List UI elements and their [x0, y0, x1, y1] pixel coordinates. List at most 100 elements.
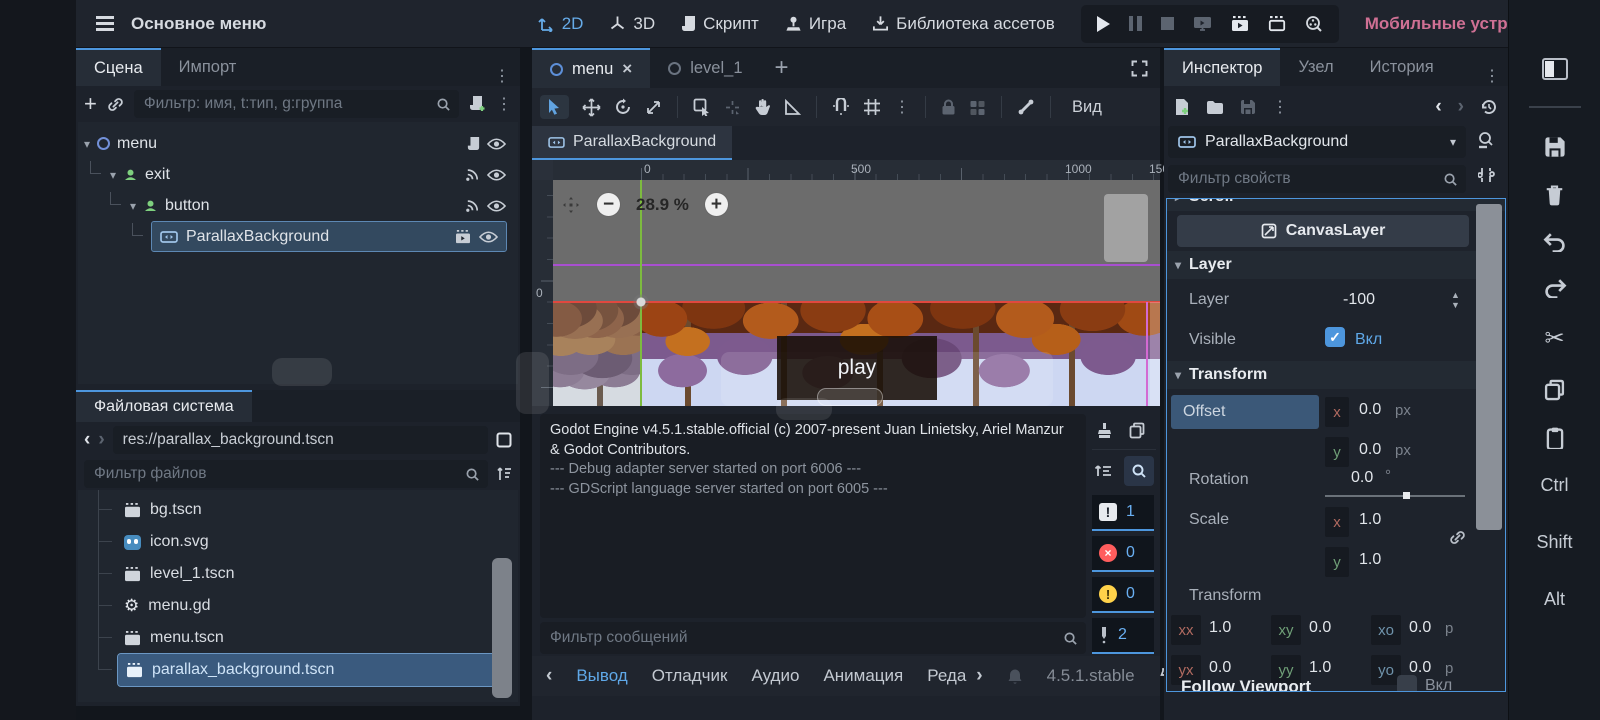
panel-splitter-handle[interactable]	[516, 352, 549, 414]
stop-button[interactable]	[1160, 17, 1174, 30]
unlock-icon[interactable]	[969, 99, 986, 116]
scroll-tabs-left-icon[interactable]: ‹	[546, 665, 552, 687]
smart-snap-icon[interactable]	[832, 98, 850, 116]
tab-node[interactable]: Узел	[1280, 48, 1351, 86]
scale-x-value[interactable]: 1.0	[1359, 511, 1381, 529]
movie-maker-icon[interactable]	[1305, 15, 1323, 32]
snap-options-icon[interactable]: ⋮	[894, 97, 910, 117]
main-menu-button[interactable]: Основное меню	[96, 14, 266, 34]
dock-options-icon[interactable]: ⋮	[484, 66, 520, 86]
edits-filter-badge[interactable]: 2	[1092, 618, 1154, 654]
redo-icon[interactable]	[1543, 278, 1567, 298]
2d-viewport-canvas[interactable]: − 28.9 % + play	[553, 180, 1160, 406]
current-path-field[interactable]	[112, 426, 488, 454]
alt-key-button[interactable]: Alt	[1544, 589, 1565, 610]
breadcrumb-parallaxbackground[interactable]: ParallaxBackground	[532, 126, 733, 160]
matrix-xx-value[interactable]: 1.0	[1209, 619, 1231, 637]
tab-filesystem[interactable]: Файловая система	[76, 390, 252, 422]
select-tool[interactable]	[540, 95, 569, 119]
origin-gizmo[interactable]	[633, 294, 649, 310]
new-scene-tab-button[interactable]: +	[761, 54, 803, 82]
play-scene-button[interactable]	[1231, 15, 1249, 32]
tab-inspector[interactable]: Инспектор	[1164, 48, 1281, 86]
ruler-tool[interactable]	[784, 98, 801, 116]
canvas-scroll-thumb[interactable]	[1104, 194, 1148, 262]
section-transform[interactable]: ▾ Transform	[1167, 361, 1477, 389]
tree-node-button[interactable]: ▾ button	[84, 190, 514, 221]
visibility-eye-icon[interactable]	[487, 168, 506, 182]
zoom-level[interactable]: 28.9 %	[636, 195, 689, 215]
tab-history[interactable]: История	[1352, 48, 1452, 86]
scene-tree-options-icon[interactable]: ⋮	[496, 94, 512, 114]
rotation-slider[interactable]	[1325, 492, 1465, 500]
close-tab-icon[interactable]: ×	[622, 59, 632, 79]
scene-instance-icon[interactable]	[455, 229, 471, 244]
dock-options-icon[interactable]: ⋮	[1476, 66, 1508, 86]
file-menu-gd[interactable]: ⚙ menu.gd	[78, 590, 518, 622]
tab-output[interactable]: Вывод	[576, 666, 627, 686]
script-attached-icon[interactable]	[467, 136, 480, 151]
visibility-eye-icon[interactable]	[487, 137, 506, 151]
history-forward-icon[interactable]: ›	[1458, 96, 1464, 118]
add-node-button[interactable]: +	[84, 91, 97, 117]
sort-files-icon[interactable]	[496, 466, 512, 482]
resource-options-icon[interactable]: ⋮	[1272, 97, 1288, 117]
filesystem-scrollbar[interactable]	[492, 558, 512, 698]
warnings-filter-badge[interactable]: ! 0	[1092, 577, 1154, 613]
tree-node-menu[interactable]: ▾ menu	[84, 128, 514, 159]
select-list-tool[interactable]	[693, 98, 711, 116]
tab-debugger[interactable]: Отладчик	[652, 666, 728, 686]
copy-icon[interactable]	[1544, 379, 1565, 401]
inspector-tools-icon[interactable]	[1478, 166, 1495, 184]
file-icon-svg[interactable]: icon.svg	[78, 526, 518, 558]
shift-key-button[interactable]: Shift	[1536, 532, 1572, 553]
pan-tool[interactable]	[754, 98, 771, 116]
tab-animation[interactable]: Анимация	[823, 666, 903, 686]
file-menu-tscn[interactable]: menu.tscn	[78, 622, 518, 654]
scroll-tabs-right-icon[interactable]: ›	[976, 665, 982, 687]
output-log[interactable]: Godot Engine v4.5.1.stable.official (c) …	[540, 414, 1086, 618]
section-layer[interactable]: ▾ Layer	[1167, 251, 1477, 279]
signal-icon[interactable]	[465, 199, 480, 213]
tab-game[interactable]: Игра	[785, 14, 846, 34]
play-custom-scene-button[interactable]	[1268, 15, 1286, 32]
visibility-eye-icon[interactable]	[487, 199, 506, 213]
new-resource-icon[interactable]	[1174, 98, 1190, 116]
undo-icon[interactable]	[1543, 232, 1567, 252]
ctrl-key-button[interactable]: Ctrl	[1541, 475, 1569, 496]
move-tool[interactable]	[582, 97, 601, 117]
scene-filter-input[interactable]	[133, 90, 459, 118]
class-doc-button[interactable]: CanvasLayer	[1177, 215, 1469, 247]
rotation-value[interactable]: 0.0	[1351, 469, 1373, 487]
property-filter-input[interactable]	[1168, 165, 1466, 193]
node-selector[interactable]: ParallaxBackground ▾	[1168, 126, 1466, 158]
inspector-scrollbar[interactable]	[1476, 204, 1502, 530]
prop-offset-label[interactable]: Offset	[1171, 395, 1319, 429]
scale-tool[interactable]	[645, 99, 662, 116]
link-scale-icon[interactable]	[1449, 529, 1466, 546]
center-view-icon[interactable]	[561, 195, 581, 215]
matrix-yx-value[interactable]: 0.0	[1209, 659, 1231, 677]
copy-output-icon[interactable]	[1129, 422, 1145, 439]
view-menu[interactable]: Вид	[1066, 98, 1108, 117]
prop-layer-value[interactable]: -100	[1343, 291, 1375, 309]
cut-icon[interactable]: ✂	[1544, 324, 1564, 353]
offset-x-value[interactable]: 0.0	[1359, 401, 1381, 419]
visible-checkbox[interactable]: ✓	[1325, 327, 1345, 347]
collapse-duplicates-icon[interactable]	[1094, 463, 1112, 479]
attach-script-button[interactable]	[469, 95, 486, 113]
pause-button[interactable]	[1128, 16, 1142, 31]
offset-y-value[interactable]: 0.0	[1359, 441, 1381, 459]
tab-2d[interactable]: 2D	[538, 14, 583, 34]
visibility-eye-icon[interactable]	[479, 230, 498, 244]
file-level-1-tscn[interactable]: level_1.tscn	[78, 558, 518, 590]
message-filter-input[interactable]	[540, 622, 1086, 654]
tab-script[interactable]: Скрипт	[681, 14, 759, 34]
save-resource-icon[interactable]	[1240, 99, 1256, 115]
lock-icon[interactable]	[941, 99, 956, 116]
pivot-tool[interactable]	[724, 99, 741, 116]
file-filter-input[interactable]	[84, 460, 488, 488]
tree-node-parallaxbackground[interactable]: ParallaxBackground	[84, 221, 514, 252]
errors-filter-badge[interactable]: × 0	[1092, 536, 1154, 572]
load-resource-icon[interactable]	[1206, 100, 1224, 115]
